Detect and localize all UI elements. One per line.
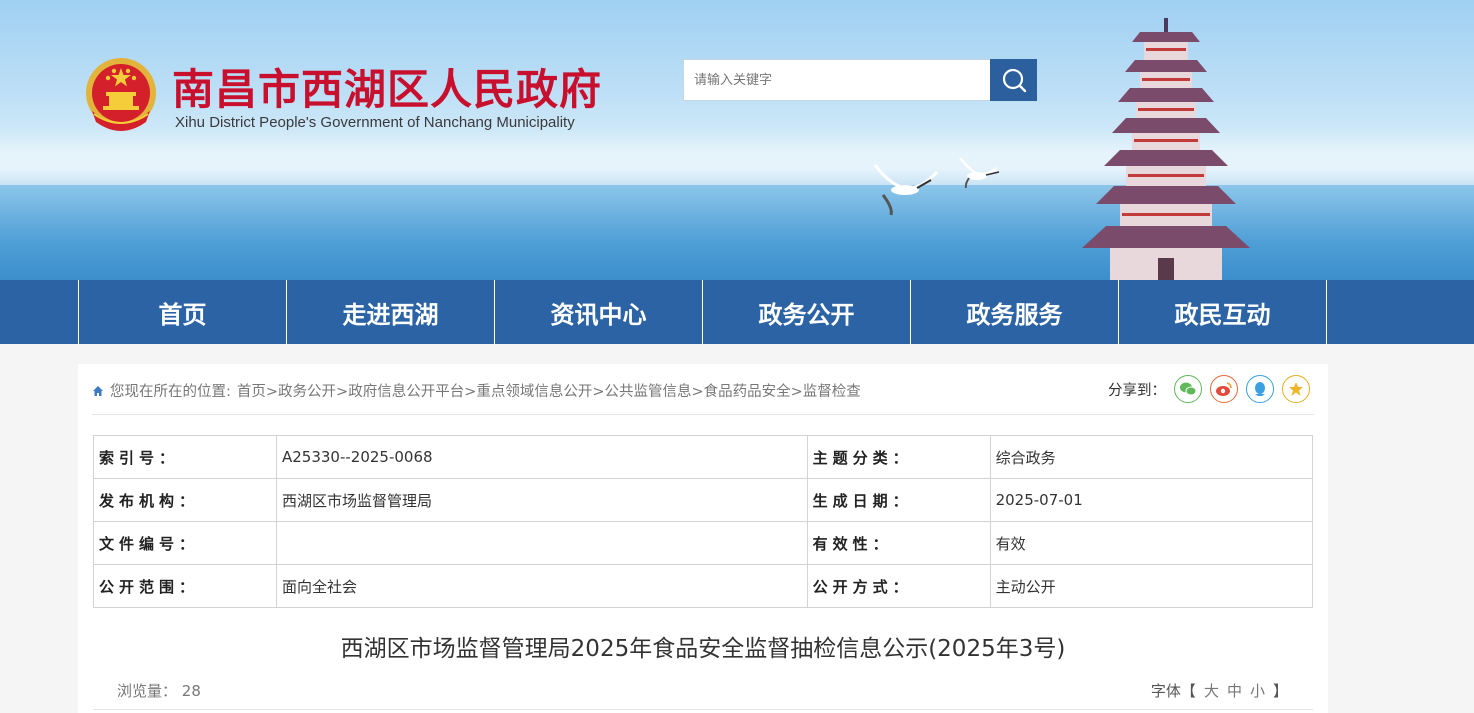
font-size-selector: 字体【 大 中 小 】 bbox=[1151, 680, 1288, 701]
site-subtitle: Xihu District People's Government of Nan… bbox=[175, 114, 575, 131]
info-table: 索引号： A25330--2025-0068 主题分类： 综合政务 发布机构： … bbox=[93, 435, 1314, 608]
qq-icon[interactable] bbox=[1246, 375, 1274, 403]
divider bbox=[93, 709, 1313, 710]
scope-value: 面向全社会 bbox=[276, 564, 808, 608]
pagoda-illustration bbox=[1082, 18, 1250, 280]
font-medium-button[interactable]: 中 bbox=[1227, 680, 1242, 701]
share-bar: 分享到： bbox=[1108, 375, 1310, 403]
font-large-button[interactable]: 大 bbox=[1204, 680, 1219, 701]
article-title: 西湖区市场监督管理局2025年食品安全监督抽检信息公示(2025年3号) bbox=[340, 636, 1066, 662]
topic-value: 综合政务 bbox=[989, 435, 1314, 479]
home-icon bbox=[93, 385, 103, 396]
nav-item-interaction[interactable]: 政民互动 bbox=[1119, 280, 1327, 344]
font-label: 字体【 bbox=[1150, 682, 1196, 700]
table-row: 索引号： A25330--2025-0068 主题分类： 综合政务 bbox=[93, 435, 1314, 479]
font-small-button[interactable]: 小 bbox=[1250, 680, 1265, 701]
national-emblem-icon bbox=[86, 58, 156, 131]
index-label: 索引号： bbox=[93, 435, 277, 479]
date-label: 生成日期： bbox=[806, 478, 991, 522]
main-nav: 首页 走进西湖 资讯中心 政务公开 政务服务 政民互动 bbox=[0, 280, 1474, 344]
table-row: 发布机构： 西湖区市场监督管理局 生成日期： 2025-07-01 bbox=[93, 478, 1314, 522]
validity-value: 有效 bbox=[989, 521, 1314, 565]
table-row: 文件编号： 有效性： 有效 bbox=[93, 521, 1314, 565]
nav-item-news[interactable]: 资讯中心 bbox=[495, 280, 703, 344]
publisher-label: 发布机构： bbox=[93, 478, 277, 522]
doc-number-value bbox=[276, 521, 808, 565]
breadcrumb-prefix: 您现在所在的位置: bbox=[110, 384, 231, 400]
qzone-icon[interactable] bbox=[1282, 375, 1310, 403]
site-title: 南昌市西湖区人民政府 bbox=[172, 65, 603, 114]
font-close: 】 bbox=[1272, 682, 1288, 700]
content-card: 您现在所在的位置: 首页>政务公开>政府信息公开平台>重点领域信息公开>公共监管… bbox=[78, 364, 1328, 713]
share-label: 分享到： bbox=[1108, 382, 1166, 399]
doc-number-label: 文件编号： bbox=[93, 521, 277, 565]
nav-item-open-gov[interactable]: 政务公开 bbox=[703, 280, 911, 344]
breadcrumb: 您现在所在的位置: 首页>政务公开>政府信息公开平台>重点领域信息公开>公共监管… bbox=[92, 380, 861, 401]
breadcrumb-path[interactable]: 首页>政务公开>政府信息公开平台>重点领域信息公开>公共监管信息>食品药品安全>… bbox=[237, 380, 861, 401]
search-button[interactable] bbox=[990, 59, 1037, 101]
topic-label: 主题分类： bbox=[806, 435, 991, 479]
views-value: 28 bbox=[181, 682, 201, 700]
date-value: 2025-07-01 bbox=[989, 478, 1314, 522]
nav-item-home[interactable]: 首页 bbox=[79, 280, 287, 344]
wechat-icon[interactable] bbox=[1174, 375, 1202, 403]
divider bbox=[92, 414, 1314, 415]
cranes-illustration bbox=[873, 157, 1000, 216]
nav-item-about[interactable]: 走进西湖 bbox=[287, 280, 495, 344]
scope-label: 公开范围： bbox=[93, 564, 277, 608]
publisher-value: 西湖区市场监督管理局 bbox=[276, 478, 808, 522]
views-label: 浏览量： bbox=[117, 682, 178, 700]
table-row: 公开范围： 面向全社会 公开方式： 主动公开 bbox=[93, 564, 1314, 608]
view-count: 浏览量： 28 bbox=[117, 680, 201, 701]
index-value: A25330--2025-0068 bbox=[276, 435, 808, 479]
search-icon bbox=[1002, 68, 1026, 93]
nav-item-services[interactable]: 政务服务 bbox=[911, 280, 1119, 344]
search-input[interactable] bbox=[683, 59, 991, 101]
validity-label: 有效性： bbox=[806, 521, 991, 565]
header-banner: 南昌市西湖区人民政府 Xihu District People's Govern… bbox=[0, 0, 1474, 280]
weibo-icon[interactable] bbox=[1210, 375, 1238, 403]
method-label: 公开方式： bbox=[806, 564, 991, 608]
method-value: 主动公开 bbox=[989, 564, 1314, 608]
